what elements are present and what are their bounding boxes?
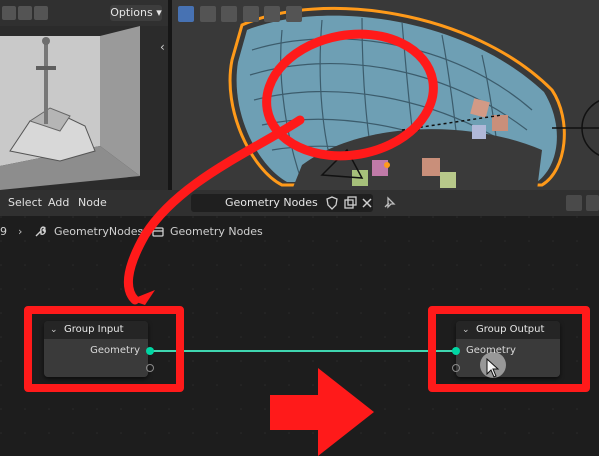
annotation-box-input [24, 306, 184, 392]
mouse-cursor-icon [486, 358, 500, 378]
annotation-box-output [428, 306, 590, 392]
